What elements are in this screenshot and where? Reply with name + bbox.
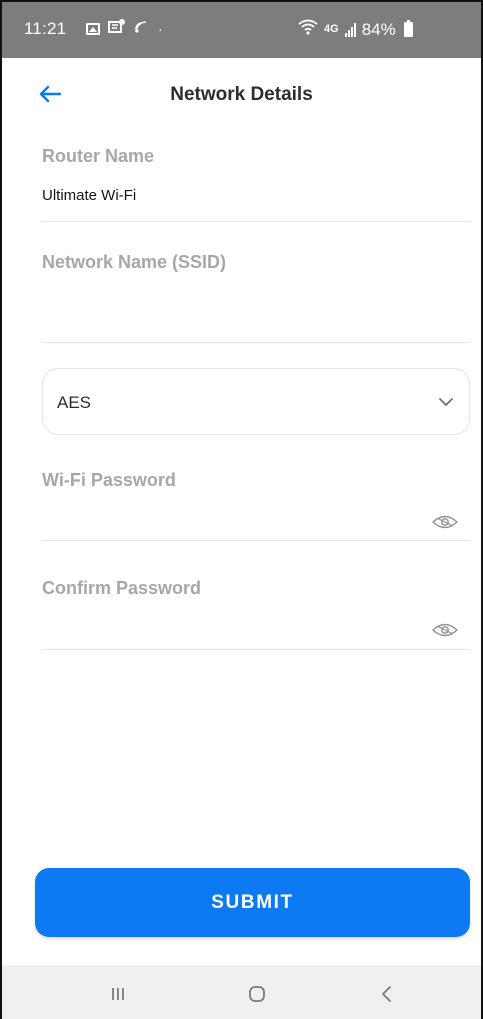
wifi-password-label: Wi-Fi Password [42, 470, 176, 490]
battery-icon [403, 20, 413, 37]
confirm-password-label: Confirm Password [42, 578, 202, 598]
home-button[interactable] [227, 979, 287, 1009]
system-back-button[interactable] [356, 979, 416, 1009]
router-name-label: Router Name [42, 146, 155, 166]
notification-icon [108, 19, 126, 39]
ssid-field[interactable]: Network Name (SSID) [42, 252, 470, 343]
status-left-icons: · [86, 19, 163, 39]
recent-apps-button[interactable] [88, 979, 148, 1009]
header: Network Details [2, 58, 481, 138]
dot-icon: · [158, 20, 163, 37]
eye-icon[interactable] [432, 623, 458, 637]
wifi-icon [298, 19, 318, 40]
router-name-value: Ultimate Wi-Fi [42, 187, 137, 204]
router-name-field[interactable]: Router Name Ultimate Wi-Fi [42, 142, 470, 222]
system-nav-bar [2, 965, 481, 1019]
status-right-icons: 4G 84% [298, 19, 413, 40]
cast-icon [134, 20, 150, 38]
status-bar: 11:21 · 4G 84% [2, 2, 481, 58]
page-title: Network Details [170, 84, 313, 105]
encryption-select[interactable]: AES [42, 368, 470, 435]
confirm-password-field[interactable]: Confirm Password [42, 578, 470, 650]
signal-icon [344, 22, 356, 37]
encryption-value: AES [57, 393, 92, 412]
home-icon [249, 986, 265, 1002]
ssid-label: Network Name (SSID) [42, 252, 227, 272]
wifi-password-field[interactable]: Wi-Fi Password [42, 470, 470, 541]
eye-icon[interactable] [432, 515, 458, 529]
chevron-down-icon [439, 398, 453, 406]
recent-apps-icon [112, 988, 124, 1000]
status-time: 11:21 [24, 19, 67, 38]
submit-button[interactable]: SUBMIT [35, 868, 470, 937]
battery-percent: 84% [361, 19, 396, 39]
network-type-label: 4G [324, 23, 339, 35]
gallery-icon [86, 23, 100, 35]
app-frame: 11:21 · 4G 84% Network Details Router Na… [0, 0, 483, 1019]
back-icon [382, 986, 391, 1002]
